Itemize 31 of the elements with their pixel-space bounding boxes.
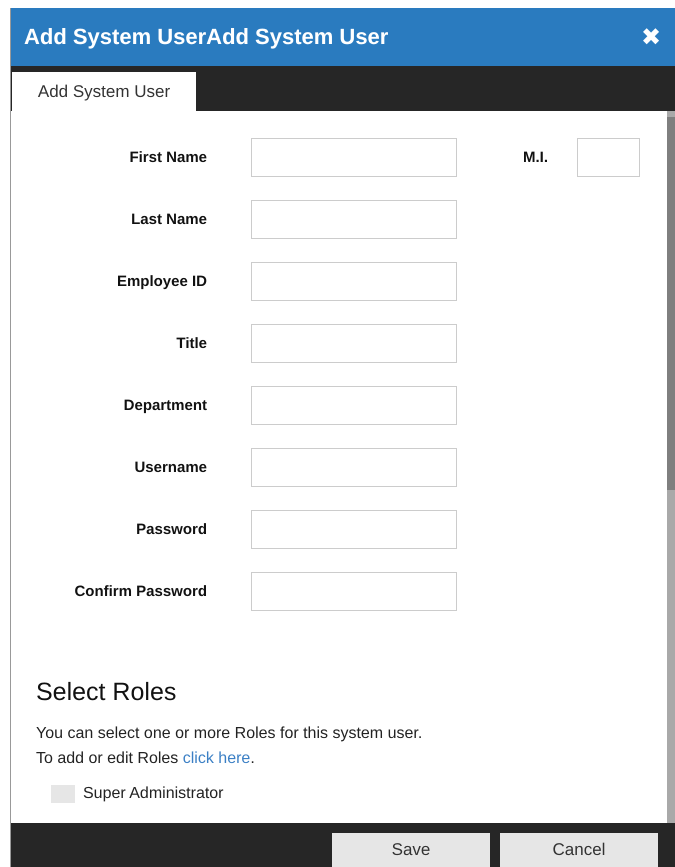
description-text: You can select one or more Roles for this system user. (36, 724, 424, 744)
tab[interactable]: Add System User (12, 72, 196, 111)
close-button[interactable]: ✖ (641, 22, 661, 52)
click-here-link[interactable]: click here (182, 750, 250, 767)
checkbox[interactable] (51, 785, 75, 803)
section-heading: Select Roles (36, 678, 178, 707)
scrollbar[interactable] (667, 111, 675, 823)
field-label: M.I. (523, 149, 549, 166)
field-label: Password (135, 521, 207, 538)
dialog-title: Add System UserAdd System User (24, 24, 388, 50)
role-label: Super Administrator (83, 785, 224, 803)
cancel-button[interactable]: Cancel (500, 833, 658, 867)
input-field[interactable] (251, 448, 457, 487)
field-label: Title (175, 335, 207, 352)
input-field[interactable] (577, 138, 640, 177)
description-text: To add or edit Roles click here. (36, 749, 256, 769)
field-label: First Name (128, 149, 207, 166)
field-label: Employee ID (116, 273, 207, 290)
input-field[interactable] (251, 572, 457, 611)
input-field[interactable] (251, 386, 457, 425)
input-field[interactable] (251, 200, 457, 239)
save-button[interactable]: Save (332, 833, 490, 867)
input-field[interactable] (251, 138, 457, 177)
field-label: Last Name (130, 211, 207, 228)
input-field[interactable] (251, 262, 457, 301)
input-field[interactable] (251, 510, 457, 549)
field-label: Department (122, 397, 207, 414)
field-label: Username (133, 459, 207, 476)
input-field[interactable] (251, 324, 457, 363)
field-label: Confirm Password (73, 583, 207, 600)
scrollbar-thumb[interactable] (667, 117, 675, 490)
